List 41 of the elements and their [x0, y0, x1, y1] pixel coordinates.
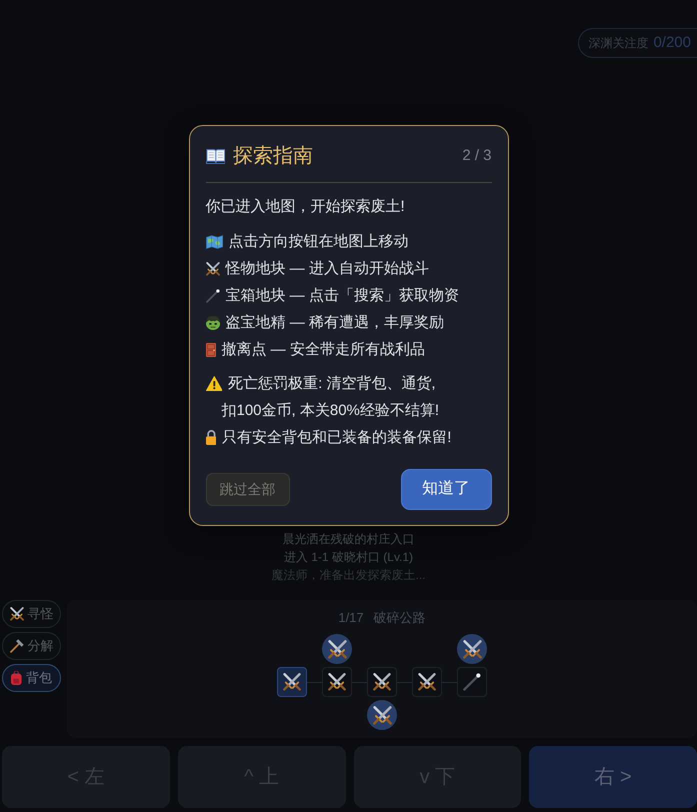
- tip-text: 撤离点 — 安全带走所有战利品: [222, 340, 425, 360]
- crossed-swords-icon: [373, 673, 391, 691]
- intro-text: 你已进入地图，开始探索废土!: [206, 197, 406, 217]
- dialog-title: 探索指南: [233, 144, 314, 169]
- map-icon: [206, 234, 223, 248]
- side-button[interactable]: 分解: [2, 632, 61, 660]
- crossed-swords-icon: [206, 262, 220, 276]
- side-button[interactable]: 背包: [2, 664, 61, 692]
- side-button[interactable]: 寻怪: [2, 600, 61, 628]
- log-text: 晨光洒在残破的村庄入口: [282, 531, 414, 548]
- tip-text: 宝箱地块 — 点击「搜索」获取物资: [226, 286, 459, 306]
- crossed-swords-icon: [10, 607, 24, 621]
- crossed-swords-icon: [328, 640, 346, 658]
- hammer-icon: [10, 639, 24, 653]
- notice-text: 扣100金币, 本关80%经验不结算!: [222, 401, 440, 421]
- wand-icon: [206, 288, 220, 302]
- backpack-icon: [11, 671, 22, 685]
- page-counter: 2 / 3: [462, 146, 492, 166]
- crossed-swords-icon: [462, 640, 482, 658]
- notice-text: 只有安全背包和已装备的装备保留!: [222, 428, 452, 448]
- crossed-swords-icon: [372, 706, 392, 724]
- tip-text: 怪物地块 — 进入自动开始战斗: [226, 259, 429, 279]
- direction-button[interactable]: 右 >: [529, 746, 697, 808]
- wand-icon: [463, 673, 481, 691]
- lock-icon: [206, 430, 216, 445]
- tip-text: 盗宝地精 — 稀有遭遇，丰厚奖励: [226, 313, 444, 333]
- meter-value: 0/200: [653, 32, 691, 53]
- stage-counter: 1/17: [338, 609, 364, 627]
- skip-button[interactable]: 跳过全部: [206, 472, 290, 506]
- monster-face-icon: [206, 316, 220, 330]
- crossed-swords-icon: [328, 673, 346, 691]
- crossed-swords-icon: [418, 673, 436, 691]
- notice-text: 死亡惩罚极重: 清空背包、通货,: [228, 374, 436, 394]
- door-icon: [206, 342, 216, 356]
- confirm-button[interactable]: 知道了: [400, 468, 492, 510]
- log-text: 进入 1-1 破晓村口 (Lv.1): [284, 549, 414, 566]
- tip-text: 点击方向按钮在地图上移动: [228, 232, 409, 252]
- crossed-swords-icon: [283, 673, 301, 691]
- map-name: 破碎公路: [374, 609, 426, 627]
- warning-icon: [206, 376, 222, 391]
- book-icon: [206, 148, 226, 164]
